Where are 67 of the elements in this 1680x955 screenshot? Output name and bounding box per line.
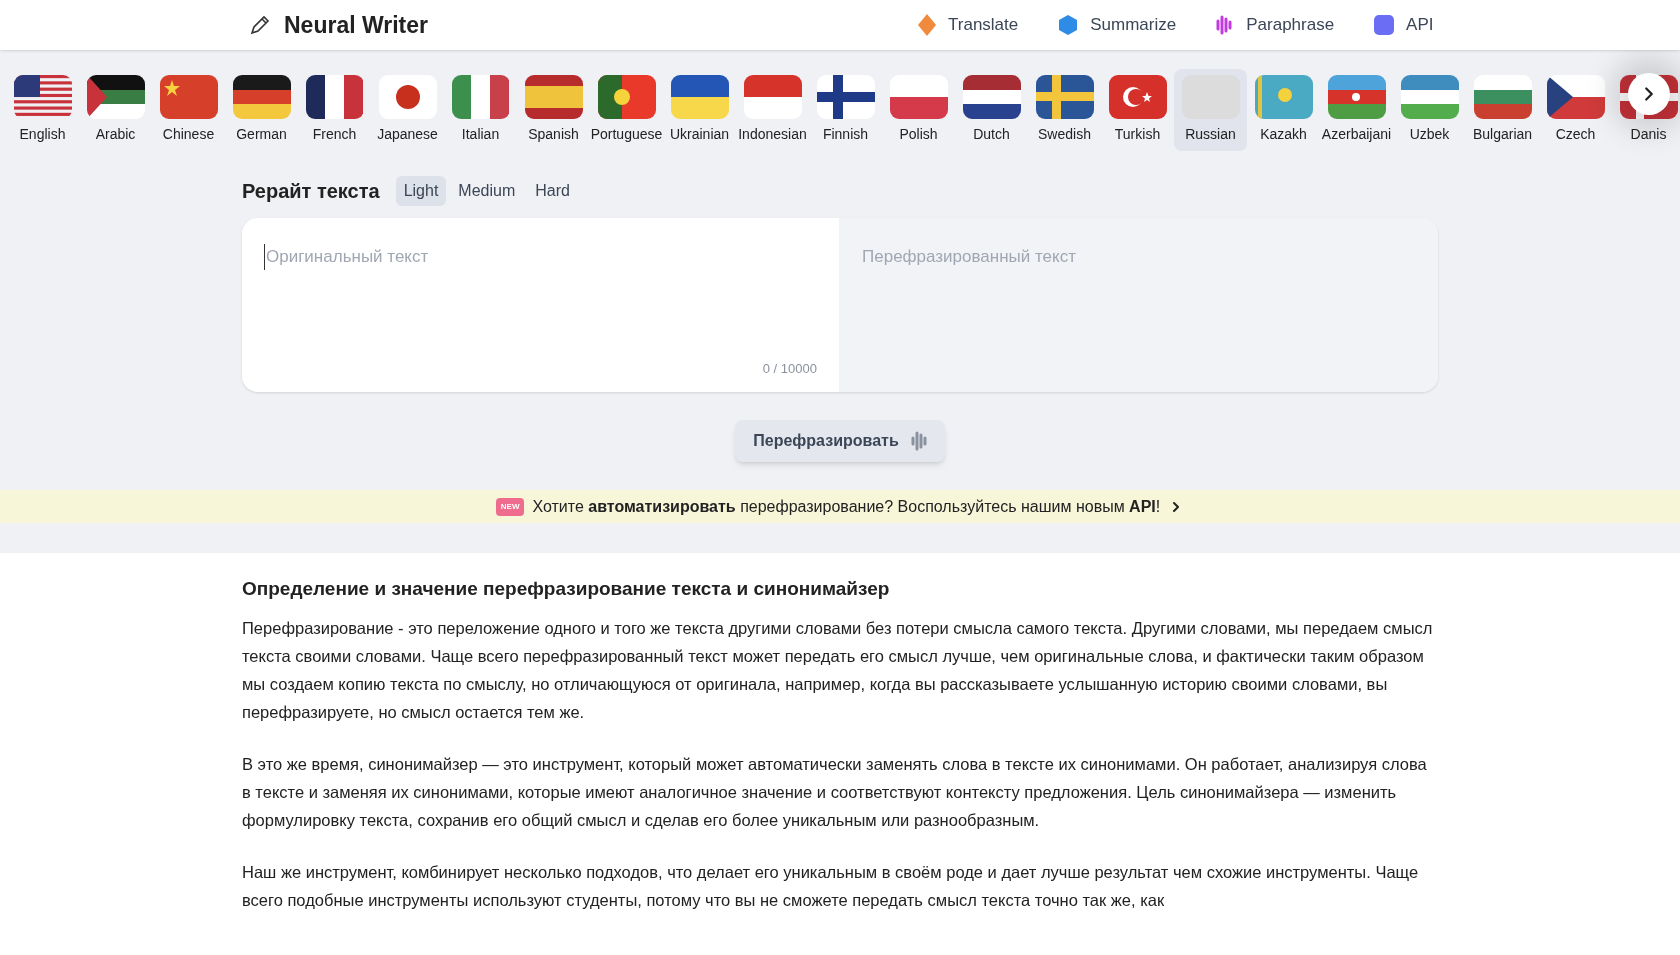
- wave-icon: [910, 431, 927, 451]
- mode-tab[interactable]: Hard: [527, 176, 578, 206]
- article-paragraph: В это же время, синонимайзер — это инструмент, который может автоматически заменять слова в тексте их синонимами. Он работает, анализируя слова в тексте и заменяя их синонимами, которые имеют аналогичное значение и соответствуют контексту предложения. Цель синонимайзера — изменить формулировку текста, сохранив его общий смысл и сделав его более уникальным или разнообразным.: [242, 753, 1428, 831]
- language-tab[interactable]: French: [298, 69, 371, 151]
- language-tab[interactable]: Russian: [1174, 69, 1247, 151]
- flag-icon: [232, 75, 291, 119]
- nav-link[interactable]: API: [1374, 12, 1434, 38]
- wave-icon: [1216, 15, 1235, 35]
- language-tab[interactable]: Spanish: [517, 69, 590, 151]
- language-tab[interactable]: Arabic: [79, 69, 152, 151]
- mode-tab[interactable]: Light: [395, 176, 447, 206]
- flag-icon: [86, 75, 145, 119]
- flag-icon: [1108, 75, 1167, 119]
- language-tab[interactable]: Czech: [1539, 69, 1612, 151]
- diamond-icon: [918, 14, 936, 36]
- logo-text: Neural Writer: [284, 10, 428, 40]
- mode-tab[interactable]: Medium: [450, 176, 524, 206]
- flag-icon: [1254, 75, 1313, 119]
- language-tab[interactable]: Azerbaijani: [1320, 69, 1393, 151]
- hexagon-icon: [1058, 15, 1079, 35]
- language-tab[interactable]: Italian: [444, 69, 517, 151]
- flag-icon: [1546, 75, 1605, 119]
- flag-icon: [670, 75, 729, 119]
- flag-icon: [13, 75, 72, 119]
- paraphrase-button[interactable]: Перефразировать: [735, 420, 945, 462]
- language-tab[interactable]: Ukrainian: [663, 69, 736, 151]
- language-tab[interactable]: Japanese: [371, 69, 444, 151]
- language-tab[interactable]: Bulgarian: [1466, 69, 1539, 151]
- flag-icon: [305, 75, 364, 119]
- character-counter: 0 / 10000: [762, 359, 817, 378]
- article-paragraph: Наш же инструмент, комбинирует несколько подходов, что делает его уникальным в своём роде и дает лучше результат чем схожие инструменты. Чаще всего подобные инструменты используют студенты, потому что вы не сможете передать смысл текста точно так же, как: [242, 861, 1420, 911]
- language-tab[interactable]: Indonesian: [736, 69, 809, 151]
- flag-icon: [816, 75, 875, 119]
- language-tab[interactable]: Uzbek: [1393, 69, 1466, 151]
- flag-icon: [378, 75, 437, 119]
- article-paragraph: Перефразирование - это переложение одного и того же текста другими словами без потери смысла самого текста. Другими словами, мы передаем смысл текста своими словами. Чаще всего перефразированный текст может передать его смысл лучше, чем оригинальные слова, и фактически таким образом мы создаем копию текста по смыслу, но отличающуюся от оригинала, например, когда вы рассказываете услышанную историю своими словами, вы перефразируете, но смысл остается тем же.: [242, 617, 1434, 723]
- flag-icon: [1473, 75, 1532, 119]
- flag-icon: [962, 75, 1021, 119]
- flag-icon: [1327, 75, 1386, 119]
- language-tab[interactable]: Kazakh: [1247, 69, 1320, 151]
- language-tab[interactable]: Swedish: [1028, 69, 1101, 151]
- flag-icon: [889, 75, 948, 119]
- language-tab[interactable]: Finnish: [809, 69, 882, 151]
- flag-icon: [743, 75, 802, 119]
- flag-icon: [524, 75, 583, 119]
- language-tab[interactable]: German: [225, 69, 298, 151]
- nav-link[interactable]: Paraphrase: [1216, 12, 1335, 38]
- new-badge: NEW: [495, 497, 525, 516]
- article-heading: Определение и значение перефразирование текста и синонимайзер: [242, 577, 891, 601]
- language-tab[interactable]: Portuguese: [590, 69, 663, 151]
- nav-link[interactable]: Translate: [918, 12, 1019, 38]
- flag-icon: [159, 75, 218, 119]
- section-title: Рерайт текста: [242, 179, 380, 204]
- flag-icon: [597, 75, 656, 119]
- language-tab[interactable]: Chinese: [152, 69, 225, 151]
- flag-icon: [451, 75, 510, 119]
- banner-text: Хотите автоматизировать перефразирование? Воспользуйтесь нашим новым API!: [532, 496, 1161, 517]
- flag-icon: [1400, 75, 1459, 119]
- language-tab[interactable]: Turkish: [1101, 69, 1174, 151]
- language-tab[interactable]: Dutch: [955, 69, 1028, 151]
- square-icon: [1374, 15, 1395, 35]
- nav-link[interactable]: Summarize: [1058, 12, 1177, 38]
- language-tab[interactable]: Polish: [882, 69, 955, 151]
- pencil-icon: [248, 13, 272, 37]
- output-field: Перефразированный текст: [839, 218, 1438, 392]
- flag-icon: [1035, 75, 1094, 119]
- language-tab[interactable]: English: [6, 69, 79, 151]
